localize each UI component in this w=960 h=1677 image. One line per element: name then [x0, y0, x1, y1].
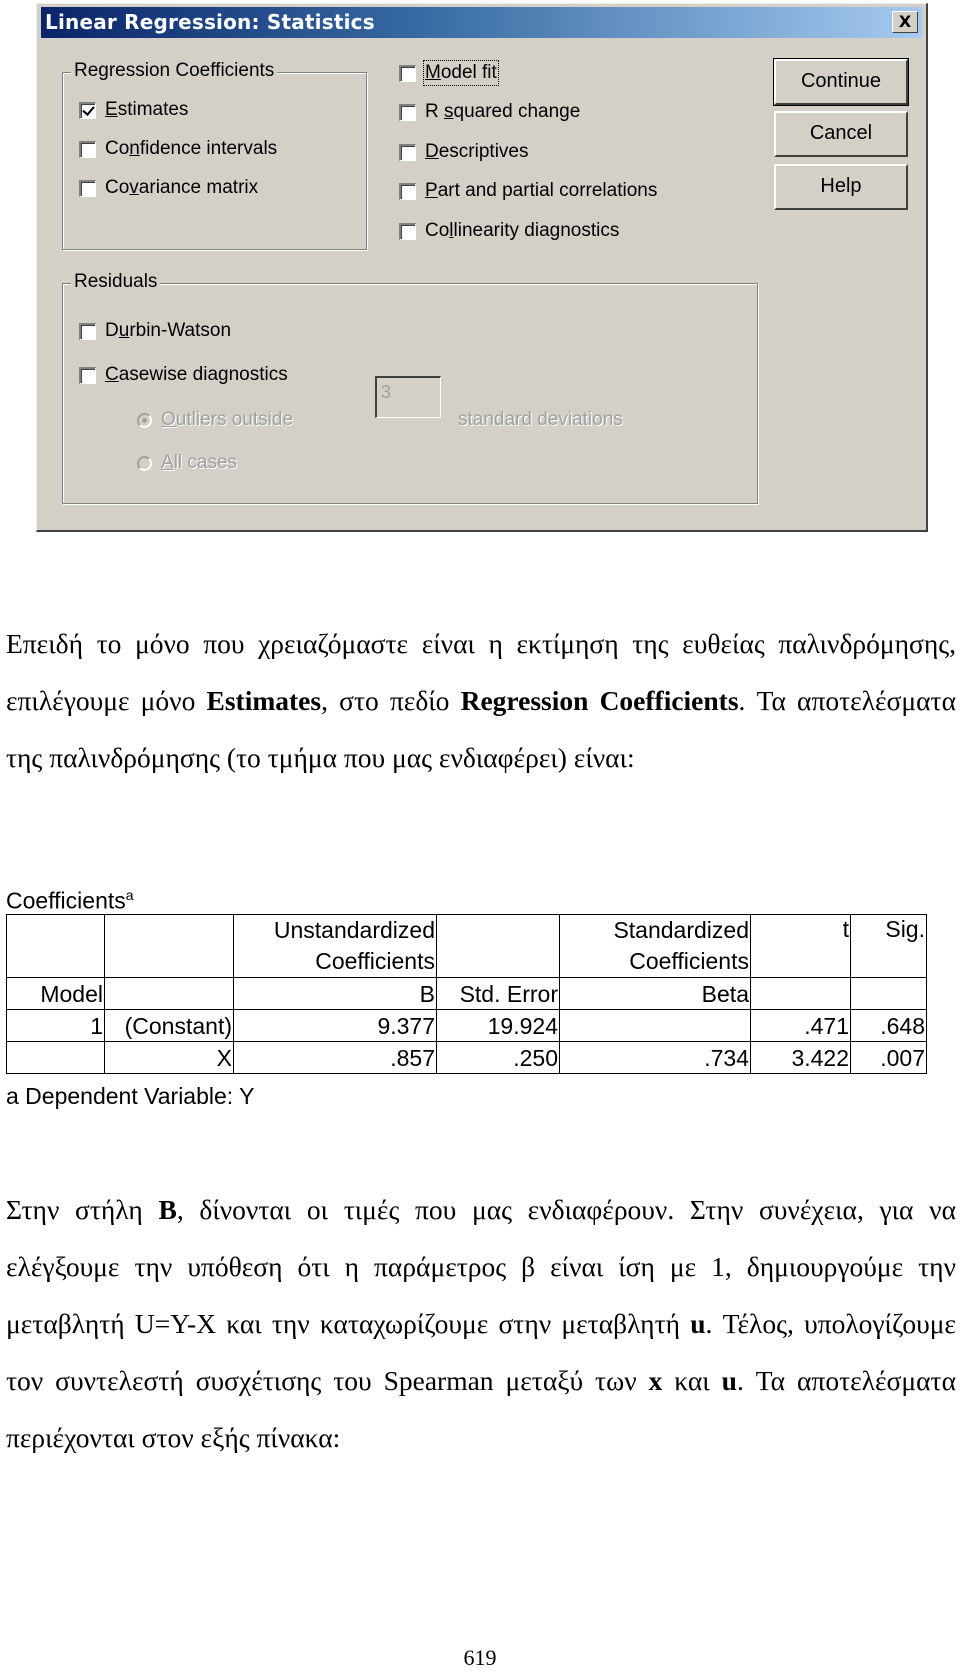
footnote-marker: a [125, 887, 134, 903]
covariance-matrix-label: Covariance matrix [105, 177, 259, 198]
regression-coefficients-term: Regression Coefficients [460, 685, 739, 716]
confidence-intervals-check-box[interactable] [79, 140, 96, 158]
estimates-check-box[interactable] [79, 101, 96, 119]
page-number: 619 [463, 1645, 497, 1670]
descriptives-checkbox[interactable]: Descriptives [399, 141, 528, 163]
table-row: X .857 .250 .734 3.422 .007 [6, 1041, 927, 1074]
covariance-matrix-checkbox[interactable]: Covariance matrix [79, 177, 258, 199]
estimates-label: Estimates [105, 99, 189, 120]
table-header-row: Model B Std. Error Beta [6, 977, 927, 1010]
all-cases-radio-button[interactable] [137, 455, 152, 471]
header-cell [750, 977, 851, 1010]
estimates-term: Estimates [206, 685, 322, 716]
standard-deviations-input[interactable]: 3 [375, 376, 441, 418]
header-cell [6, 914, 105, 978]
table-cell: .857 [233, 1041, 437, 1074]
part-partial-correlations-check-box[interactable] [399, 182, 416, 200]
header-cell-unstandardized: Unstandardized Coefficients [233, 914, 437, 978]
coefficients-table: Unstandardized Coefficients Standardized… [6, 914, 927, 1074]
outliers-outside-radio[interactable]: Outliers outside [137, 409, 293, 431]
model-fit-check-box[interactable] [399, 64, 416, 82]
casewise-diagnostics-checkbox[interactable]: Casewise diagnostics [79, 364, 288, 386]
table-cell [559, 1009, 751, 1042]
header-cell [104, 977, 234, 1010]
regression-coefficients-group: Regression Coefficients Estimates Confid… [62, 60, 367, 250]
table-cell: .007 [850, 1041, 927, 1074]
model-fit-label: Model fit [423, 60, 499, 86]
estimates-checkbox[interactable]: Estimates [79, 99, 188, 121]
header-cell-sig: Sig. [850, 914, 927, 978]
all-cases-radio[interactable]: All cases [137, 452, 237, 474]
outliers-outside-radio-button[interactable] [137, 412, 152, 428]
header-cell [436, 914, 560, 978]
table-cell: X [104, 1041, 234, 1074]
header-cell-std-error: Std. Error [436, 977, 560, 1010]
all-cases-label: All cases [161, 452, 238, 473]
table-header-row: Unstandardized Coefficients Standardized… [6, 914, 927, 978]
collinearity-diagnostics-label: Collinearity diagnostics [425, 220, 620, 241]
table-cell: 3.422 [750, 1041, 851, 1074]
casewise-diagnostics-label: Casewise diagnostics [105, 364, 288, 385]
residuals-group: Residuals Durbin-Watson Casewise diagnos… [62, 271, 758, 504]
casewise-diagnostics-check-box[interactable] [79, 366, 96, 384]
table-cell: (Constant) [104, 1009, 234, 1042]
table-row: 1 (Constant) 9.377 19.924 .471 .648 [6, 1009, 927, 1042]
title-bar[interactable]: Linear Regression: Statistics X [41, 7, 922, 38]
header-cell-model: Model [6, 977, 105, 1010]
header-cell-t: t [750, 914, 851, 978]
r-squared-change-label: R squared change [425, 101, 581, 122]
table-cell: .648 [850, 1009, 927, 1042]
durbin-watson-check-box[interactable] [79, 322, 96, 340]
part-partial-correlations-label: Part and partial correlations [425, 180, 658, 201]
collinearity-diagnostics-checkbox[interactable]: Collinearity diagnostics [399, 220, 619, 242]
continue-button[interactable]: Continue [773, 58, 909, 106]
close-button[interactable]: X [892, 11, 918, 33]
standard-deviations-label: standard deviations [458, 409, 623, 430]
descriptives-check-box[interactable] [399, 143, 416, 161]
durbin-watson-checkbox[interactable]: Durbin-Watson [79, 320, 231, 342]
header-cell [104, 914, 234, 978]
table-cell: .250 [436, 1041, 560, 1074]
header-cell-b: B [233, 977, 437, 1010]
header-cell-beta: Beta [559, 977, 751, 1010]
confidence-intervals-label: Confidence intervals [105, 138, 278, 159]
table-cell [6, 1041, 105, 1074]
r-squared-change-check-box[interactable] [399, 103, 416, 121]
paragraph-intro: Επειδή το μόνο που χρειαζόμαστε είναι η … [6, 628, 956, 773]
table-cell: 9.377 [233, 1009, 437, 1042]
covariance-matrix-check-box[interactable] [79, 179, 96, 197]
close-icon: X [898, 12, 912, 31]
table-footnote: a Dependent Variable: Y [6, 1083, 255, 1109]
header-cell [850, 977, 927, 1010]
residuals-label: Residuals [71, 271, 161, 293]
table-cell: .734 [559, 1041, 751, 1074]
coefficients-table-title: Coefficientsa [6, 887, 134, 914]
linear-regression-statistics-dialog: Linear Regression: Statistics X Regressi… [36, 3, 928, 532]
table-cell: .471 [750, 1009, 851, 1042]
durbin-watson-label: Durbin-Watson [105, 320, 232, 341]
r-squared-change-checkbox[interactable]: R squared change [399, 101, 580, 123]
table-cell: 19.924 [436, 1009, 560, 1042]
outliers-outside-label: Outliers outside [161, 409, 294, 430]
header-cell-standardized: Standardized Coefficients [559, 914, 751, 978]
help-button[interactable]: Help [774, 164, 908, 210]
descriptives-label: Descriptives [425, 141, 529, 162]
collinearity-diagnostics-check-box[interactable] [399, 222, 416, 240]
cancel-button[interactable]: Cancel [774, 111, 908, 157]
regression-coefficients-label: Regression Coefficients [71, 60, 278, 82]
part-partial-correlations-checkbox[interactable]: Part and partial correlations [399, 180, 657, 202]
model-fit-checkbox[interactable]: Model fit [399, 60, 499, 86]
dialog-title: Linear Regression: Statistics [45, 10, 375, 34]
paragraph-explanation: Στην στήλη B, δίνονται οι τιμές που μας … [6, 1194, 956, 1453]
table-cell: 1 [6, 1009, 105, 1042]
confidence-intervals-checkbox[interactable]: Confidence intervals [79, 138, 277, 160]
